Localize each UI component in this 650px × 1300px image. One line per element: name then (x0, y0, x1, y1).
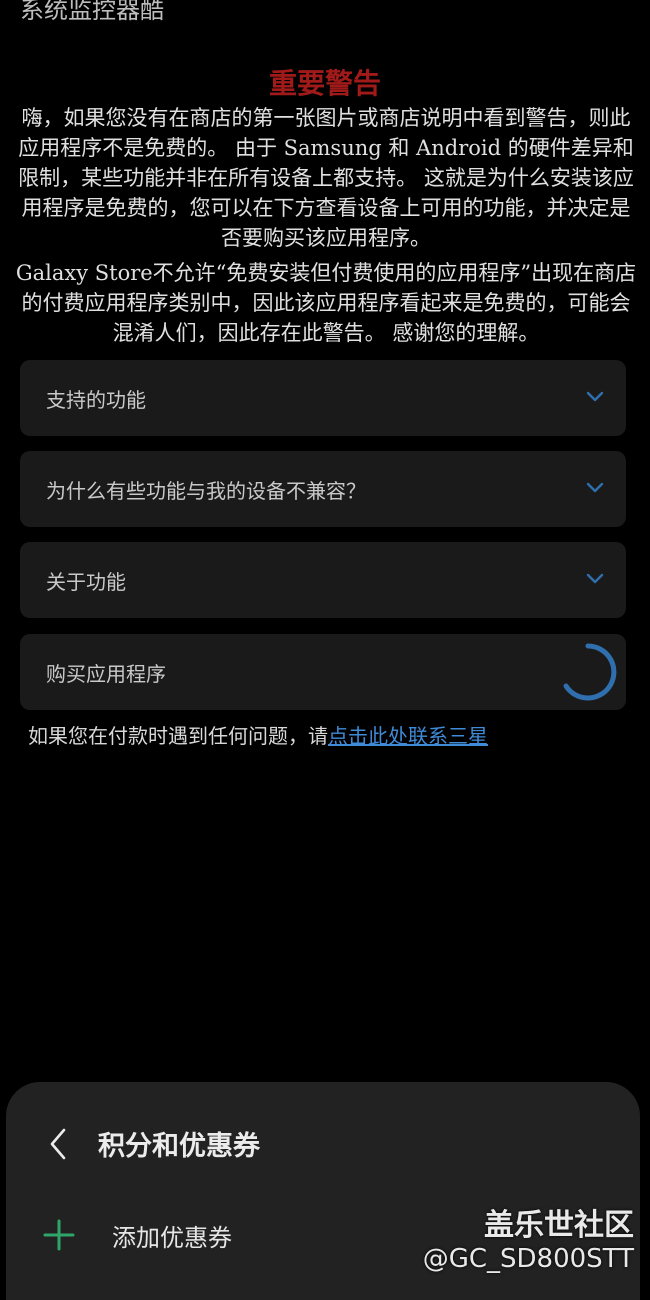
watermark-community: 盖乐世社区 (484, 1208, 634, 1243)
add-coupon-button[interactable]: 添加优惠券 (42, 1212, 462, 1258)
accordion-supported-features[interactable]: 支持的功能 (20, 360, 626, 436)
accordion-label: 购买应用程序 (46, 661, 166, 686)
plus-icon (43, 1219, 75, 1251)
chevron-down-icon (586, 573, 604, 584)
accordion-purchase-app[interactable]: 购买应用程序 (20, 634, 626, 710)
warning-title: 重要警告 (268, 67, 381, 100)
accordion-label: 支持的功能 (46, 387, 146, 412)
add-coupon-label: 添加优惠券 (112, 1223, 232, 1252)
accordion-incompatible-features[interactable]: 为什么有些功能与我的设备不兼容？ (20, 451, 626, 527)
payment-help-text: 如果您在付款时遇到任何问题，请点击此处联系三星 (28, 720, 488, 749)
chevron-down-icon (586, 482, 604, 493)
app-title: 系统监控器酷 (20, 0, 164, 24)
sheet-title: 积分和优惠券 (98, 1131, 260, 1162)
chevron-down-icon (586, 391, 604, 402)
accordion-label: 关于功能 (46, 569, 126, 594)
watermark-handle: @GC_SD800STT (422, 1244, 634, 1274)
loading-spinner-icon (563, 643, 617, 701)
accordion-about-features[interactable]: 关于功能 (20, 542, 626, 618)
warning-body: 嗨，如果您没有在商店的第一张图片或商店说明中看到警告，则此应用程序不是免费的。 … (18, 106, 634, 250)
store-note: Galaxy Store不允许“免费安装但付费使用的应用程序”出现在商店的付费应… (15, 261, 637, 345)
accordion-label: 为什么有些功能与我的设备不兼容？ (46, 478, 366, 503)
contact-samsung-link[interactable]: 点击此处联系三星 (328, 724, 488, 748)
app-screen: 系统监控器酷 重要警告 嗨，如果您没有在商店的第一张图片或商店说明中看到警告，则… (0, 0, 650, 1300)
back-icon[interactable] (44, 1124, 70, 1164)
payment-help-prefix: 如果您在付款时遇到任何问题，请 (28, 724, 328, 748)
